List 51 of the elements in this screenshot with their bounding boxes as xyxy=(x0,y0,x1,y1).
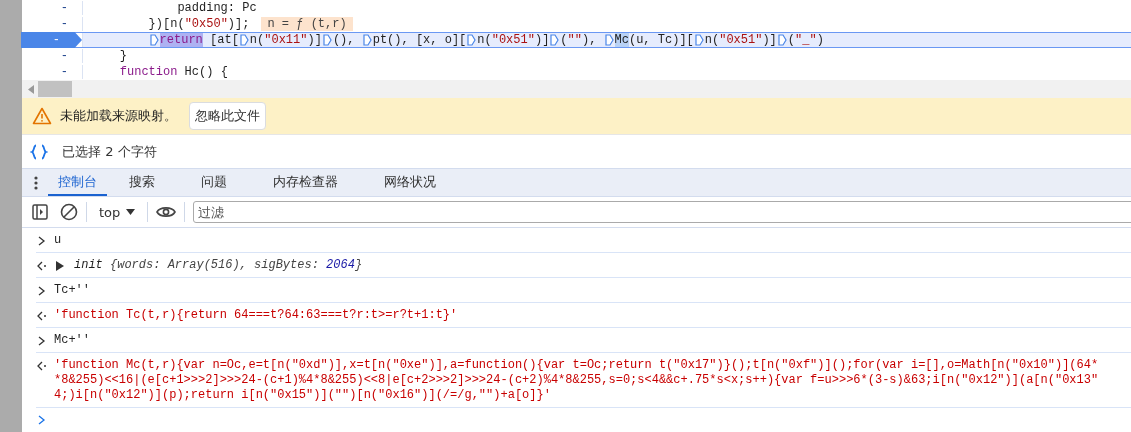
return-arrow-icon xyxy=(36,309,48,323)
result-text: 'function Mc(t,r){var n=Oc,e=t[n("0xd")],x=t[n("0xe")],a=function(){var t=Oc;return t("0x17")}();t[n("0xf")]();for(var i=[],o=Math[n("0x10")](64* xyxy=(54,358,1099,373)
panel-tab[interactable]: 控制台 xyxy=(48,169,107,196)
eye-icon[interactable] xyxy=(156,205,177,219)
braces-icon xyxy=(30,143,48,160)
context-dropdown[interactable]: top xyxy=(95,204,140,220)
panel-tab[interactable]: 问题 xyxy=(185,169,243,196)
return-arrow-icon xyxy=(36,259,48,273)
code-line: padding: Pc xyxy=(176,1,257,15)
current-line-number[interactable]: - xyxy=(20,32,82,48)
breakpoint-marker-icon[interactable] xyxy=(239,34,249,46)
more-options-icon[interactable] xyxy=(34,175,38,190)
panel-tab[interactable]: 内存检查器 xyxy=(257,169,354,196)
code-line: })[n("0x50")]; xyxy=(147,17,250,31)
line-number: - xyxy=(60,1,68,15)
result-text: 'function Tc(t,r){return 64===t?64:63===t?r:t>=r?t+1:t}' xyxy=(54,308,458,323)
breakpoint-marker-icon[interactable] xyxy=(777,34,787,46)
expand-triangle-icon[interactable] xyxy=(56,261,64,271)
line-number: - xyxy=(60,49,68,63)
selection-status: 已选择 2 个字符 xyxy=(62,142,157,161)
breakpoint-marker-icon[interactable] xyxy=(467,34,477,46)
breakpoint-marker-icon[interactable] xyxy=(604,34,614,46)
command-text: u xyxy=(54,233,62,248)
return-arrow-icon xyxy=(36,359,48,373)
ignore-file-button[interactable]: 忽略此文件 xyxy=(189,102,266,130)
filter-field[interactable]: 过滤 xyxy=(193,201,1131,223)
breakpoint-marker-icon[interactable] xyxy=(322,34,332,46)
breakpoint-marker-icon[interactable] xyxy=(362,34,372,46)
code-line: function Hc() { xyxy=(118,65,228,79)
command-text: Mc+'' xyxy=(54,333,90,348)
breakpoint-marker-icon[interactable] xyxy=(550,34,560,46)
sidebar-toggle-icon[interactable] xyxy=(32,204,48,220)
line-number: - xyxy=(60,65,68,79)
code-line: } xyxy=(118,49,127,63)
result-text: 4;)i[n("0x12")](p);return i[n("0x15")]("")[n("0x16")](/=/g,"")+a[o]}' xyxy=(54,388,552,403)
code-line: return [at[ n("0x11")] (), pt(), [x, o][ n("0x51")] (""), Mc(u, Tc)][ n("0x51")] ("_") xyxy=(83,33,824,47)
breakpoint-marker-icon[interactable] xyxy=(694,34,704,46)
horizontal-scrollbar[interactable] xyxy=(22,80,1131,98)
object-preview[interactable]: init {words: Array(516), sigBytes: 2064} xyxy=(74,258,363,273)
panel-tab[interactable]: 搜索 xyxy=(113,169,171,196)
result-text: *8&255)<<16|(e[c+1>>>2]>>>24-(c+1)%4*8&255)<<8|e[c+2>>>2]>>>24-(c+2)%4*8&255,s=0;s<4&&c+.75*s<x;s++){var f=u>>>6*(3-s)&63;i[n("0x12")](a[n("0x13" xyxy=(54,373,1099,388)
caret-icon xyxy=(126,209,136,215)
scrollbar-thumb[interactable] xyxy=(38,81,72,97)
line-number: - xyxy=(60,17,68,31)
warning-icon xyxy=(32,107,52,125)
panel-tab[interactable]: 网络状况 xyxy=(368,169,452,196)
scroll-left-icon[interactable] xyxy=(28,84,34,94)
command-text: Tc+'' xyxy=(54,283,90,298)
warning-message: 未能加载来源映射。 xyxy=(60,107,177,125)
inline-value: n = ƒ (t,r) xyxy=(261,17,353,31)
clear-console-icon[interactable] xyxy=(60,203,78,221)
